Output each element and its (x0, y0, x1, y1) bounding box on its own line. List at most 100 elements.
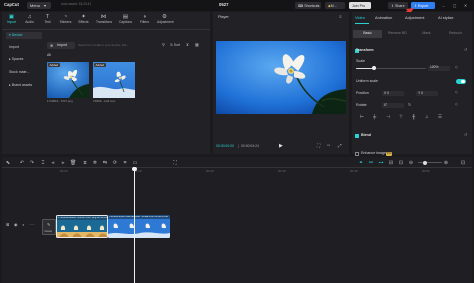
redo-icon[interactable]: ↷ (29, 160, 35, 166)
fullscreen-icon[interactable]: ⤢ (338, 143, 342, 149)
filter-all-icon[interactable]: ⊻ (186, 43, 189, 47)
more-track-icon[interactable]: ⋯ (30, 223, 34, 227)
timeline-settings-icon[interactable]: ⊡ (460, 160, 466, 166)
sidebar-item-import[interactable]: Import (6, 44, 42, 51)
reset-transform-icon[interactable]: ↺ (464, 48, 467, 52)
tab-animation[interactable]: Animation (375, 16, 392, 20)
video-preview[interactable] (216, 41, 346, 114)
sidebar-item-device[interactable]: ▾ Device (6, 32, 42, 39)
timeline-clip-video[interactable]: V10309-69497890-9b1eb2...small.mov 00:00… (108, 215, 170, 238)
delete-icon[interactable]: 🗑 (70, 160, 76, 166)
split-left-icon[interactable]: ⫷ (50, 160, 56, 166)
play-icon[interactable]: ▶ (279, 144, 283, 149)
filter-icon[interactable]: ⚲ (162, 43, 165, 47)
crop-ratio-icon[interactable]: ⛶ (172, 160, 178, 166)
freeze-icon[interactable]: ❄ (92, 160, 98, 166)
tab-filters[interactable]: ◑ Filters (137, 14, 152, 24)
playhead[interactable] (134, 168, 135, 283)
rotate-clip-icon[interactable]: ⟳ (112, 160, 118, 166)
auto-snap-icon[interactable]: ⚯ (368, 160, 374, 166)
subtab-mask[interactable]: Mask (412, 30, 441, 38)
keyframe-icon[interactable]: ◇ (455, 102, 458, 107)
rotate-icon[interactable]: ↻ (408, 103, 411, 107)
tab-adjustment-props[interactable]: Adjustment (405, 16, 424, 20)
subtab-remove-bg[interactable]: Remove BG (383, 30, 412, 38)
project-title[interactable]: 0527 (219, 2, 229, 7)
preview-axis-icon[interactable]: ⊟ (388, 160, 394, 166)
crop-icon[interactable]: ⌗ (122, 160, 128, 166)
maximize-icon[interactable]: ▢ (452, 3, 457, 8)
timeline-clip-image[interactable]: 1742816899897-0f65257047.png 00:00:05:00 (56, 215, 108, 238)
shortcuts-button[interactable]: ⌨ Shortcuts (295, 2, 321, 9)
caption-icon[interactable]: ▭ (132, 160, 138, 166)
more-icon[interactable]: ≡ (339, 14, 342, 20)
position-y-field[interactable]: Y 0 (416, 91, 438, 96)
visibility-icon[interactable]: ◉ (14, 223, 18, 227)
search-input[interactable]: Search for media in your device, File... (78, 43, 158, 48)
sidebar-item-brand-assets[interactable]: ▸ Brand assets (6, 82, 42, 89)
thumb-caption: V0309...mall.mov (93, 100, 116, 103)
mute-icon[interactable]: ◖ (22, 223, 24, 227)
media-thumb-image[interactable]: Added (47, 62, 89, 98)
align-bottom-icon[interactable]: ⊥ (425, 114, 429, 120)
join-pro-button[interactable]: Join Pro (349, 2, 371, 9)
scale-value-field[interactable]: 100% (428, 65, 450, 71)
zoom-slider[interactable] (418, 162, 442, 163)
zoom-in-icon[interactable]: ⊕ (443, 160, 449, 166)
zoom-slider-handle[interactable] (423, 160, 427, 165)
close-icon[interactable]: ✕ (463, 3, 468, 8)
grid-view-icon[interactable]: ▦ (195, 43, 199, 47)
linkage-icon[interactable]: ⊶ (378, 160, 384, 166)
align-left-icon[interactable]: ⊢ (360, 114, 364, 120)
undo-icon[interactable]: ↶ (19, 160, 25, 166)
split-right-icon[interactable]: ⫸ (60, 160, 66, 166)
sort-dropdown[interactable]: ⇅ Sort (170, 43, 180, 47)
mirror-icon[interactable]: ⧖ (82, 160, 88, 166)
tab-stickers[interactable]: ◔ Stickers (58, 14, 73, 24)
rotate-field[interactable]: 0° (382, 103, 404, 108)
align-top-icon[interactable]: ⊤ (399, 114, 403, 120)
position-x-field[interactable]: X 0 (382, 91, 404, 96)
lock-icon[interactable]: ⊠ (6, 223, 9, 227)
playhead-handle[interactable] (132, 167, 137, 172)
minimize-icon[interactable]: – (441, 3, 446, 8)
align-right-icon[interactable]: ⊣ (386, 114, 390, 120)
menu-button[interactable]: Menu ▾ (27, 2, 51, 9)
sidebar-item-spaces[interactable]: ▸ Spaces (6, 56, 42, 63)
tab-text[interactable]: T Text (40, 14, 55, 24)
tab-ai-stylize[interactable]: AI stylize (438, 16, 454, 20)
tab-import[interactable]: ▣ Import (4, 14, 19, 24)
tab-effects[interactable]: ✦ Effects (76, 14, 91, 24)
select-tool-icon[interactable]: ⬉ (5, 160, 11, 166)
keyframe-icon[interactable]: ◇ (455, 90, 458, 95)
reverse-icon[interactable]: ⇆ (102, 160, 108, 166)
tab-captions[interactable]: ▤ Captions (118, 14, 133, 24)
cover-button[interactable]: ✎ Cover (42, 219, 56, 235)
membership-button[interactable]: ◆M... (325, 2, 345, 9)
zoom-fit-icon[interactable]: ⊡ (398, 160, 404, 166)
align-center-v-icon[interactable]: ╫ (412, 114, 415, 120)
keyframe-icon[interactable]: ◇ (455, 65, 458, 70)
filter-all-label[interactable]: All (47, 53, 51, 58)
scale-slider-handle[interactable] (371, 66, 376, 70)
distribute-icon[interactable]: ☰ (438, 114, 442, 120)
subtab-basic[interactable]: Basic (353, 30, 382, 38)
tab-adjustment[interactable]: ⚙ Adjustment (157, 14, 174, 24)
split-icon[interactable]: ⌶ (40, 160, 46, 166)
ratio-dropdown[interactable]: ▭ (327, 143, 330, 147)
import-button[interactable]: ⊕ Import (47, 42, 75, 49)
tab-video[interactable]: Video (355, 16, 365, 20)
uniform-scale-toggle[interactable] (456, 79, 466, 84)
sidebar-item-stock[interactable]: Stock mate... (6, 69, 42, 76)
zoom-out-icon[interactable]: ⊖ (408, 160, 414, 166)
fit-view-icon[interactable]: ⛶ (317, 143, 320, 149)
blend-checkbox[interactable] (355, 134, 359, 138)
align-center-h-icon[interactable]: ╪ (373, 114, 376, 120)
tab-audio[interactable]: ♫ Audio (22, 14, 37, 24)
reset-blend-icon[interactable]: ↺ (464, 133, 467, 137)
subtab-retouch[interactable]: Retouch (441, 30, 470, 38)
enhance-checkbox[interactable] (355, 152, 359, 156)
media-thumb-video[interactable]: Added (93, 62, 135, 98)
tab-transitions[interactable]: ⋈ Transitions (96, 14, 112, 24)
main-track-magnet-icon[interactable]: ⚭ (358, 160, 364, 166)
